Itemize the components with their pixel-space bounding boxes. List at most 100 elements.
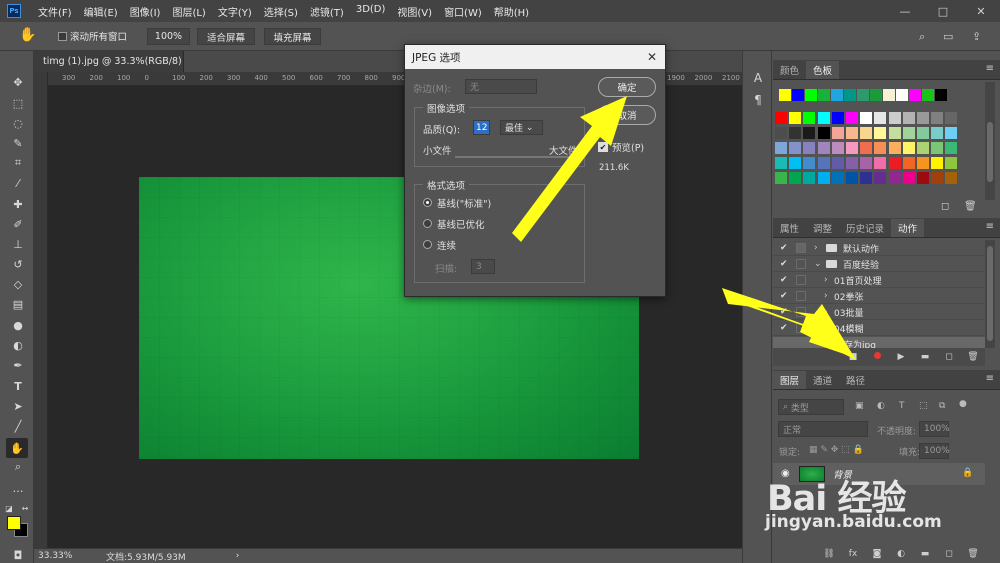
color-swatch[interactable] [917, 142, 929, 154]
menu-view[interactable]: 视图(V) [397, 4, 432, 19]
stop-icon[interactable]: ■ [841, 352, 865, 362]
type-tool-icon[interactable]: T [10, 378, 26, 394]
action-row[interactable]: ✔ › 03批量 [773, 305, 985, 320]
color-swatch[interactable] [860, 127, 873, 139]
path-select-tool-icon[interactable]: ➤ [10, 398, 26, 414]
color-swatch[interactable] [945, 112, 958, 124]
checkbox-checked-icon[interactable]: ✔ [598, 142, 608, 152]
color-swatch[interactable] [805, 89, 817, 101]
fit-screen-button[interactable]: 适合屏幕 [197, 28, 255, 45]
color-swatch[interactable] [860, 142, 873, 154]
scrollbar-thumb[interactable] [987, 246, 993, 341]
tab-layers[interactable]: 图层 [773, 371, 807, 389]
color-swatch[interactable] [857, 89, 869, 101]
color-swatch[interactable] [888, 127, 901, 139]
quick-mask-icon[interactable]: ◘ [10, 547, 26, 563]
tab-properties[interactable]: 属性 [773, 219, 806, 237]
status-arrow-icon[interactable]: › [236, 551, 240, 561]
color-swatch[interactable] [935, 89, 947, 101]
color-swatch[interactable] [902, 157, 915, 169]
fill-screen-button[interactable]: 填充屏幕 [264, 28, 321, 45]
quality-input[interactable]: 12 [473, 120, 490, 135]
mask-icon[interactable]: ◙ [865, 549, 889, 559]
radio-progressive[interactable] [423, 240, 432, 249]
color-swatch[interactable] [883, 89, 895, 101]
trash-icon[interactable]: 🗑 [964, 201, 977, 212]
color-swatch[interactable] [931, 127, 944, 139]
preview-checkbox[interactable]: ✔ 预览(P) [598, 140, 644, 154]
color-swatch[interactable] [789, 172, 802, 184]
color-swatch[interactable] [874, 172, 887, 184]
color-swatch[interactable] [931, 172, 944, 184]
color-swatch[interactable] [902, 112, 915, 124]
dialog-toggle-box[interactable] [796, 291, 806, 301]
record-icon[interactable] [865, 352, 889, 362]
color-swatch[interactable] [846, 127, 858, 139]
color-swatch[interactable] [789, 112, 802, 124]
history-brush-tool-icon[interactable]: ↺ [10, 256, 26, 272]
menu-file[interactable]: 文件(F) [38, 4, 72, 19]
character-panel-icon[interactable]: A [751, 71, 765, 85]
menu-layer[interactable]: 图层(L) [172, 4, 205, 19]
cancel-button[interactable]: 取消 [598, 105, 656, 125]
color-swatch[interactable] [846, 172, 858, 184]
color-swatch[interactable] [846, 112, 858, 124]
color-swatch[interactable] [874, 127, 887, 139]
zoom-tool-icon[interactable]: ⌕ [10, 459, 26, 475]
new-action-icon[interactable]: ◻ [937, 352, 961, 362]
color-swatch[interactable] [931, 142, 944, 154]
tab-history[interactable]: 历史记录 [839, 219, 891, 237]
document-tab[interactable]: timg (1).jpg @ 33.3%(RGB/8) × [34, 51, 198, 72]
checkbox-box[interactable] [58, 31, 67, 41]
menu-help[interactable]: 帮助(H) [494, 4, 529, 19]
dialog-toggle-box[interactable] [796, 307, 806, 317]
color-swatch[interactable] [945, 157, 958, 169]
color-swatch[interactable] [817, 157, 830, 169]
brush-tool-icon[interactable]: ✐ [10, 216, 26, 232]
radio-baseline-optimized[interactable] [423, 219, 432, 228]
chevron-right-icon[interactable]: › [824, 275, 832, 285]
filter-type-icon[interactable]: T [899, 401, 905, 411]
color-swatch[interactable] [831, 142, 844, 154]
tab-swatches[interactable]: 色板 [806, 61, 840, 79]
color-swatch[interactable] [896, 89, 908, 101]
color-swatch[interactable] [803, 142, 816, 154]
more-tools-icon[interactable]: … [10, 480, 26, 496]
scrollbar-thumb[interactable] [987, 122, 993, 182]
color-swatch[interactable] [902, 172, 915, 184]
tab-actions[interactable]: 动作 [891, 219, 925, 237]
adjust-icon[interactable]: ◐ [889, 549, 913, 559]
menu-edit[interactable]: 编辑(E) [84, 4, 118, 19]
panel-menu-icon[interactable]: ≡ [986, 63, 994, 74]
close-window-button[interactable]: ✕ [962, 5, 1000, 18]
color-swatch[interactable] [860, 172, 873, 184]
toggle-check-icon[interactable]: ✔ [780, 275, 790, 285]
color-swatch[interactable] [874, 112, 887, 124]
color-swatch[interactable] [792, 89, 804, 101]
color-swatch[interactable] [945, 142, 958, 154]
color-swatch[interactable] [931, 157, 944, 169]
gradient-tool-icon[interactable]: ▤ [10, 296, 26, 312]
search-icon[interactable]: ⌕ [919, 30, 925, 44]
line-tool-icon[interactable]: ╱ [10, 418, 26, 434]
blur-tool-icon[interactable]: ● [10, 317, 26, 333]
quick-select-tool-icon[interactable]: ✎ [10, 135, 26, 151]
color-swatch[interactable] [817, 127, 830, 139]
filter-shape-icon[interactable]: ⬚ [919, 401, 928, 411]
color-swatch[interactable] [817, 142, 830, 154]
lasso-tool-icon[interactable]: ◌ [10, 115, 26, 131]
stamp-tool-icon[interactable]: ⊥ [10, 236, 26, 252]
group-icon[interactable]: ▬ [913, 549, 937, 559]
paragraph-panel-icon[interactable]: ¶ [751, 93, 765, 107]
color-swatch[interactable] [779, 89, 791, 101]
link-icon[interactable]: ⛓ [817, 549, 841, 559]
color-swatch[interactable] [775, 112, 787, 124]
dialog-toggle-box[interactable] [796, 243, 806, 253]
color-swatch[interactable] [831, 89, 843, 101]
color-swatch[interactable] [931, 112, 944, 124]
opacity-field[interactable]: 100% [919, 421, 950, 437]
color-swatch[interactable] [902, 127, 915, 139]
chevron-right-icon[interactable]: › [814, 243, 822, 253]
actions-scrollbar[interactable] [985, 240, 995, 348]
color-swatch[interactable] [922, 89, 934, 101]
